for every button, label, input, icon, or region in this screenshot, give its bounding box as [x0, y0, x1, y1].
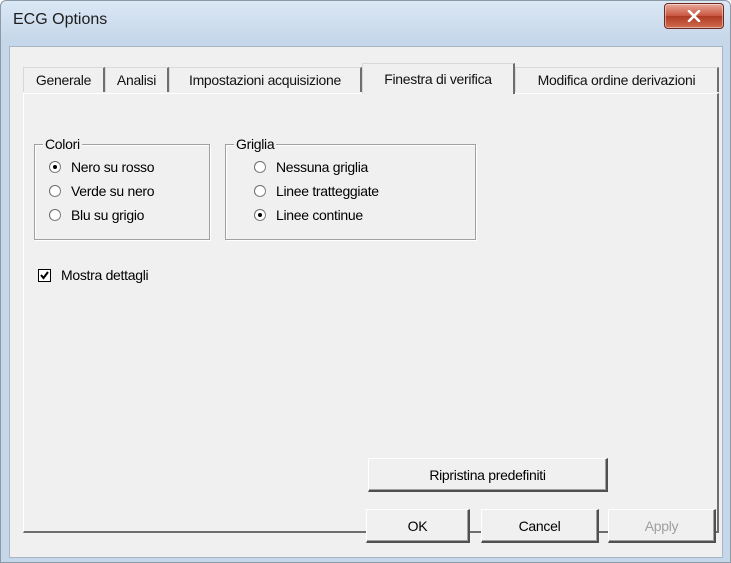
- radio-verde-su-nero[interactable]: Verde su nero: [49, 180, 155, 202]
- ok-button[interactable]: OK: [366, 509, 470, 543]
- mostra-dettagli-label: Mostra dettagli: [61, 267, 149, 283]
- apply-button: Apply: [608, 509, 716, 543]
- radio-label: Nessuna griglia: [276, 159, 368, 175]
- radio-label: Linee tratteggiate: [276, 183, 379, 199]
- radio-button-icon[interactable]: [49, 161, 61, 173]
- ripristina-predefiniti-button[interactable]: Ripristina predefiniti: [368, 458, 608, 492]
- radio-button-icon[interactable]: [254, 161, 266, 173]
- tab-finestra-di-verifica[interactable]: Finestra di verifica: [362, 63, 515, 94]
- close-button[interactable]: [664, 3, 724, 29]
- cancel-button[interactable]: Cancel: [481, 509, 599, 543]
- tab-modifica-ordine-derivazioni[interactable]: Modifica ordine derivazioni: [515, 67, 719, 92]
- radio-label: Linee continue: [276, 207, 363, 223]
- dialog-body: Generale Analisi Impostazioni acquisizio…: [9, 46, 723, 558]
- close-icon: [687, 10, 701, 22]
- checkbox-icon[interactable]: [38, 268, 51, 282]
- checkmark-icon: [40, 270, 49, 280]
- radio-linee-tratteggiate[interactable]: Linee tratteggiate: [254, 180, 379, 202]
- griglia-group: Griglia Nessuna griglia Linee tratteggia…: [225, 136, 476, 240]
- title-bar[interactable]: ECG Options: [1, 1, 730, 43]
- radio-nero-su-rosso[interactable]: Nero su rosso: [49, 156, 155, 178]
- tab-generale[interactable]: Generale: [23, 67, 105, 92]
- radio-linee-continue[interactable]: Linee continue: [254, 204, 363, 226]
- radio-button-icon[interactable]: [49, 209, 61, 221]
- tab-panel-finestra-di-verifica: Colori Nero su rosso Verde su nero Blu s…: [23, 93, 719, 533]
- mostra-dettagli-checkbox-row[interactable]: Mostra dettagli: [38, 267, 149, 283]
- colori-group: Colori Nero su rosso Verde su nero Blu s…: [34, 136, 210, 240]
- radio-button-icon[interactable]: [254, 185, 266, 197]
- radio-button-icon[interactable]: [254, 209, 266, 221]
- colori-legend: Colori: [43, 136, 82, 152]
- tab-strip: Generale Analisi Impostazioni acquisizio…: [23, 63, 723, 94]
- radio-label: Blu su grigio: [71, 207, 145, 223]
- radio-blu-su-grigio[interactable]: Blu su grigio: [49, 204, 144, 226]
- tab-analisi[interactable]: Analisi: [105, 67, 169, 92]
- griglia-legend: Griglia: [234, 136, 277, 152]
- radio-nessuna-griglia[interactable]: Nessuna griglia: [254, 156, 368, 178]
- radio-label: Nero su rosso: [71, 159, 155, 175]
- window-title: ECG Options: [13, 11, 108, 28]
- radio-button-icon[interactable]: [49, 185, 61, 197]
- tab-impostazioni-acquisizione[interactable]: Impostazioni acquisizione: [169, 67, 362, 92]
- radio-label: Verde su nero: [71, 183, 155, 199]
- ecg-options-window: ECG Options Generale Analisi Impostazion…: [0, 0, 731, 563]
